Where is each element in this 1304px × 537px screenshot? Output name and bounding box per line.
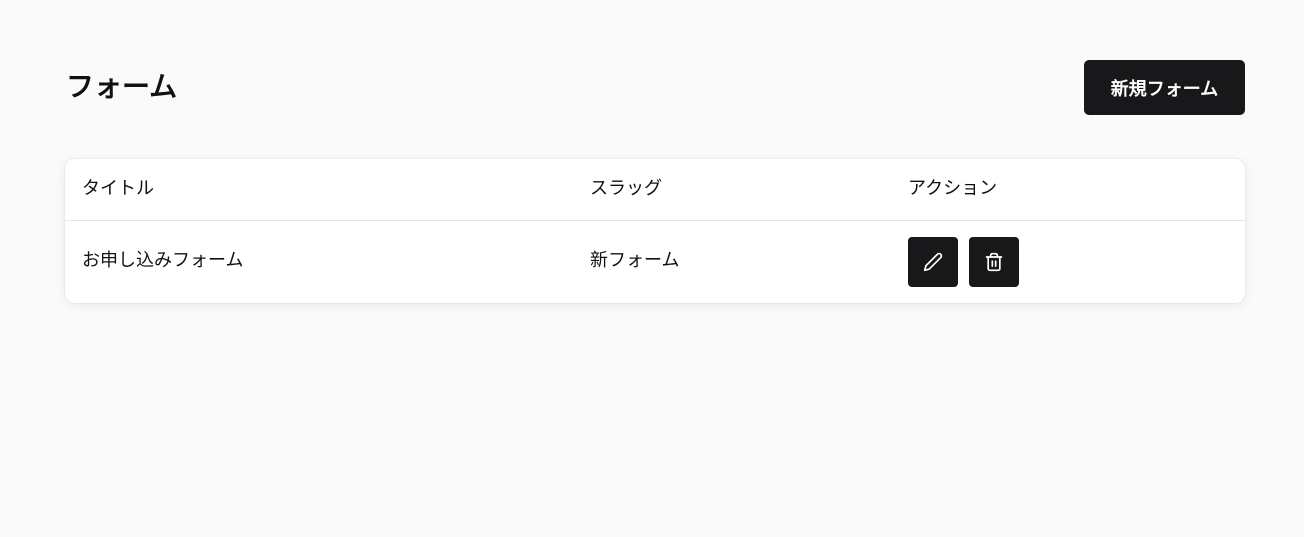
row-slug: 新フォーム	[590, 250, 680, 271]
column-header-slug: スラッグ	[590, 178, 662, 199]
page-title: フォーム	[66, 70, 178, 103]
delete-button[interactable]	[969, 237, 1019, 287]
new-form-button[interactable]: 新規フォーム	[1084, 60, 1245, 115]
forms-table: タイトル スラッグ アクション お申し込みフォーム 新フォーム	[65, 159, 1245, 303]
trash-icon	[984, 252, 1004, 272]
edit-button[interactable]	[908, 237, 958, 287]
row-title: お申し込みフォーム	[82, 250, 244, 271]
pencil-icon	[923, 252, 943, 272]
table-header: タイトル スラッグ アクション	[65, 159, 1245, 221]
column-header-actions: アクション	[908, 178, 998, 199]
page: フォーム 新規フォーム タイトル スラッグ アクション お申し込みフォーム 新フ…	[0, 0, 1304, 537]
column-header-title: タイトル	[82, 178, 154, 199]
